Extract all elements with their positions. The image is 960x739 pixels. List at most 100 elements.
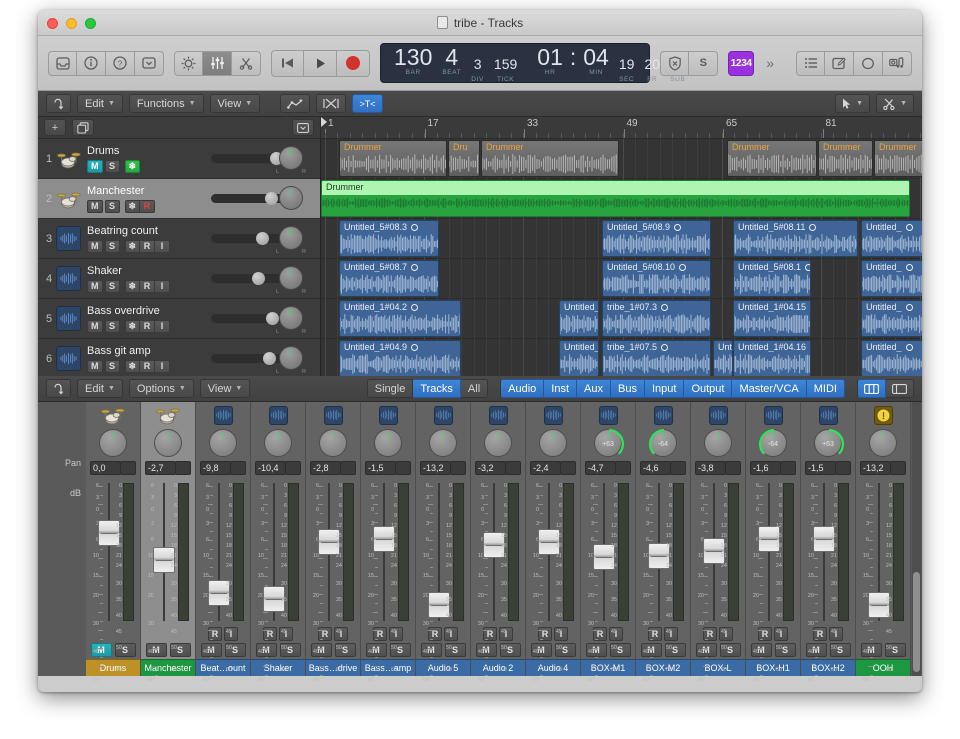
channel-db-value[interactable]: -3,8: [695, 461, 726, 475]
region-loop-icon[interactable]: [411, 264, 419, 272]
region[interactable]: Drummer: [339, 140, 447, 177]
audio-wave-icon[interactable]: [378, 405, 398, 425]
channel-peak-field[interactable]: [780, 461, 796, 475]
track-mute-button[interactable]: M: [87, 359, 103, 373]
audio-wave-icon[interactable]: [543, 405, 563, 425]
region[interactable]: Untitled_1#04.16: [733, 340, 811, 376]
track-name[interactable]: Bass git amp: [87, 345, 205, 358]
track-record-enable-button[interactable]: R: [140, 199, 156, 213]
record-icon[interactable]: [337, 49, 370, 77]
region-loop-icon[interactable]: [661, 344, 669, 352]
channel-nameplate[interactable]: BOX-H1: [746, 659, 800, 676]
channel-strip[interactable]: -64-4,6630361015203040600369121518212430…: [636, 402, 691, 683]
audio-wave-icon[interactable]: [56, 306, 81, 331]
track-solo-button[interactable]: S: [104, 199, 120, 213]
drumkit-icon[interactable]: [56, 186, 81, 211]
mixer-filter-audio[interactable]: Audio: [500, 379, 545, 398]
pan-knob[interactable]: [374, 429, 402, 457]
channel-peak-field[interactable]: [285, 461, 301, 475]
channel-nameplate[interactable]: Bass…amp: [361, 659, 415, 676]
lcd-display[interactable]: 130 BAR 4 BEAT 3 DIV 159 TICK 01 HR: 04…: [380, 43, 699, 84]
pan-knob[interactable]: [209, 429, 237, 457]
channel-nameplate[interactable]: Manchester: [141, 659, 195, 676]
channel-peak-field[interactable]: [505, 461, 521, 475]
track-pan-knob[interactable]: [279, 146, 303, 170]
editors-icon[interactable]: [232, 50, 261, 76]
audio-wave-icon[interactable]: [653, 405, 673, 425]
channel-strip[interactable]: -9,8630361015203040600369121518212430354…: [196, 402, 251, 683]
drumkit-icon[interactable]: [156, 405, 180, 425]
track-record-enable-button[interactable]: R: [140, 319, 156, 333]
channel-db-value[interactable]: -2,8: [310, 461, 341, 475]
pan-knob[interactable]: [704, 429, 732, 457]
region[interactable]: tribe_1#07.3: [602, 300, 711, 337]
automation-icon[interactable]: [280, 94, 311, 113]
channel-nameplate[interactable]: BOX-M2: [636, 659, 690, 676]
region[interactable]: Untitled_: [861, 300, 922, 337]
track-freeze-button[interactable]: ❄: [124, 159, 141, 173]
region[interactable]: Untitled_5#08.10: [602, 260, 711, 297]
pan-knob[interactable]: +63: [814, 428, 845, 457]
region[interactable]: Drummer: [321, 180, 910, 217]
minimize-button[interactable]: [66, 18, 77, 29]
region[interactable]: Untitled_1#04.2: [339, 300, 461, 337]
region-loop-icon[interactable]: [809, 224, 817, 232]
mixer-menu-options[interactable]: Options ▼: [128, 379, 194, 398]
track-freeze-button[interactable]: ❄: [124, 199, 141, 213]
menu-edit[interactable]: Edit ▼: [77, 94, 123, 113]
track-freeze-button[interactable]: ❄: [124, 359, 141, 373]
add-track-button[interactable]: +: [44, 119, 66, 136]
track-freeze-button[interactable]: ❄: [124, 279, 141, 293]
track-header-row[interactable]: 1 Drums M S ❄ L R: [38, 139, 320, 179]
track-name[interactable]: Beatring count: [87, 225, 205, 238]
mixer-menu-view[interactable]: View ▼: [199, 379, 251, 398]
region-loop-icon[interactable]: [411, 304, 419, 312]
pan-knob[interactable]: -64: [758, 428, 787, 457]
channel-strip[interactable]: -1,5630361015203040600369121518212430354…: [361, 402, 416, 683]
channel-db-value[interactable]: -1,5: [805, 461, 836, 475]
duplicate-track-icon[interactable]: [72, 119, 94, 136]
region-loop-icon[interactable]: [661, 304, 669, 312]
channel-strip[interactable]: -13,263036101520304060036912151821243035…: [856, 402, 911, 683]
pan-knob[interactable]: [319, 429, 347, 457]
region[interactable]: Untitled_: [861, 340, 922, 376]
audio-wave-icon[interactable]: [323, 405, 343, 425]
channel-nameplate[interactable]: BOX-M1: [581, 659, 635, 676]
inspector-icon[interactable]: [135, 50, 164, 76]
region[interactable]: Drummer: [481, 140, 619, 177]
track-solo-button[interactable]: S: [104, 279, 120, 293]
track-solo-button[interactable]: S: [104, 359, 120, 373]
channel-db-value[interactable]: -1,6: [750, 461, 781, 475]
one-column-icon[interactable]: [886, 379, 914, 398]
playhead-marker[interactable]: [321, 117, 327, 127]
track-header-row[interactable]: 4 Shaker M S ❄ R I L R: [38, 259, 320, 299]
channel-nameplate[interactable]: Audio 5: [416, 659, 470, 676]
channel-db-value[interactable]: -2,4: [530, 461, 561, 475]
track-name[interactable]: Manchester: [87, 185, 205, 198]
track-record-enable-button[interactable]: R: [140, 359, 156, 373]
audio-wave-icon[interactable]: [433, 405, 453, 425]
pan-knob[interactable]: [99, 429, 127, 457]
region[interactable]: tribe_1#07.5: [602, 340, 711, 376]
overflow-chevron-icon[interactable]: »: [764, 55, 776, 71]
loop-browser-icon[interactable]: [854, 50, 883, 76]
region[interactable]: Drummer: [818, 140, 873, 177]
notes-icon[interactable]: [825, 50, 854, 76]
menu-view[interactable]: View ▼: [209, 94, 261, 113]
region-loop-icon[interactable]: [905, 344, 913, 352]
lcd-position[interactable]: 130 BAR 4 BEAT 3 DIV 159 TICK: [389, 44, 522, 84]
audio-wave-icon[interactable]: [818, 405, 838, 425]
audio-wave-icon[interactable]: [763, 405, 783, 425]
channel-nameplate[interactable]: Drums: [86, 659, 140, 676]
channel-db-value[interactable]: -13,2: [860, 461, 891, 475]
channel-peak-field[interactable]: [835, 461, 851, 475]
region[interactable]: Untitled_5#08.9: [602, 220, 711, 257]
region[interactable]: Drummer: [727, 140, 817, 177]
drumkit-icon[interactable]: [101, 405, 125, 425]
mixer-filter-inst[interactable]: Inst: [544, 379, 578, 398]
two-column-icon[interactable]: [857, 379, 886, 398]
output-gold-icon[interactable]: [873, 405, 893, 425]
pan-knob[interactable]: +63: [594, 428, 625, 457]
region-loop-icon[interactable]: [805, 264, 810, 272]
track-solo-button[interactable]: S: [104, 159, 120, 173]
